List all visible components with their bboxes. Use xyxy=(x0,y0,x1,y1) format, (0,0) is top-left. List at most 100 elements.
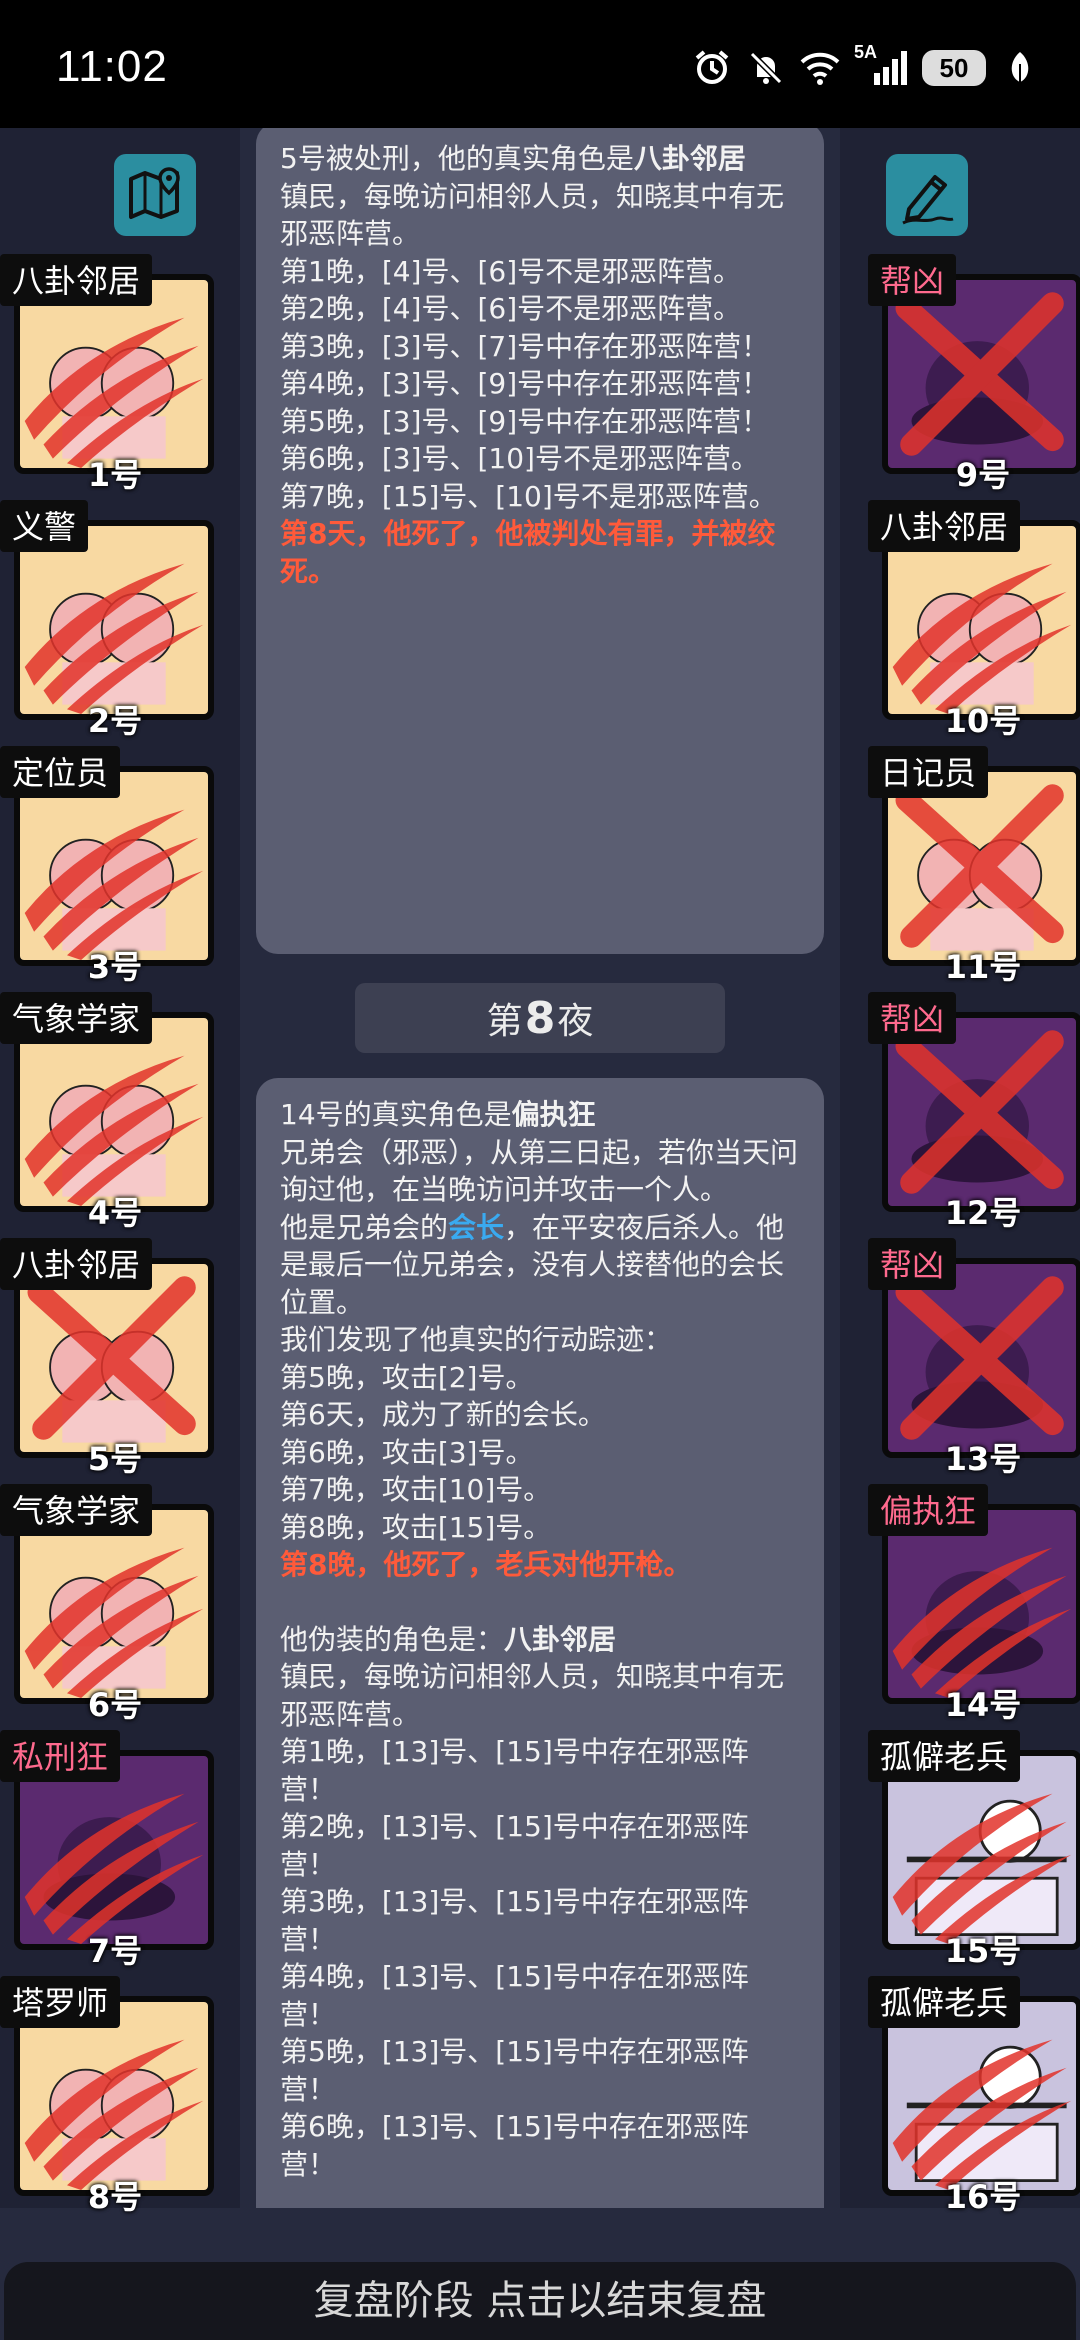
player-art xyxy=(24,317,204,468)
player-number: 10号 xyxy=(944,702,1022,740)
end-review-label: 复盘阶段 点击以结束复盘 xyxy=(313,2278,767,2324)
panel2-death: 第8晚，他死了，老兵对他开枪。 xyxy=(280,1548,692,1581)
panel2-fake-desc: 镇民，每晚访问相邻人员，知晓其中有无邪恶阵营。 xyxy=(280,1660,785,1731)
player-number: 6号 xyxy=(87,1686,143,1724)
log-line: 第5晚，[3]号、[9]号中存在邪恶阵营！ xyxy=(280,404,770,438)
pencil-icon xyxy=(902,175,954,225)
player-art xyxy=(24,1547,204,1698)
player-number: 16号 xyxy=(944,2178,1022,2216)
log-line: 第8晚，攻击[15]号。 xyxy=(280,1510,552,1544)
player-number: 3号 xyxy=(87,948,143,986)
left-player-column: 八卦邻居 1号 义警 2号 定位员 3号 气象学家 4号 八卦邻居 5号 气象学家 6号 私刑狂 7号 塔罗… xyxy=(0,128,240,2216)
status-icons: 5A 50 xyxy=(692,42,1040,88)
claw-mark xyxy=(892,1547,1072,1698)
end-review-button[interactable]: 复盘阶段 点击以结束复盘 xyxy=(4,2262,1076,2340)
player-number: 4号 xyxy=(87,1194,143,1232)
panel1-title-role: 八卦邻居 xyxy=(633,142,746,175)
right-player-column: 帮凶 9号 八卦邻居 10号 日记员 11号 帮凶 12号 帮凶 13号 偏执狂 14号 孤僻老兵 15号… xyxy=(840,128,1080,2216)
player-number: 5号 xyxy=(87,1440,143,1478)
player-art xyxy=(895,292,1064,456)
log-line: 第1晚，[4]号、[6]号不是邪恶阵营。 xyxy=(280,254,742,288)
cell-signal-icon: 5A xyxy=(854,42,908,88)
player-number: 13号 xyxy=(944,1440,1022,1478)
player-card[interactable]: 偏执狂 14号 xyxy=(868,1484,1080,1724)
player-role: 定位员 xyxy=(0,746,121,798)
player-art xyxy=(895,1276,1064,1440)
player-role: 气象学家 xyxy=(0,1484,153,1536)
player-card[interactable]: 孤僻老兵 16号 xyxy=(868,1976,1080,2216)
player-art xyxy=(895,1030,1064,1194)
player-role: 日记员 xyxy=(868,746,989,798)
network-type: 5A xyxy=(854,42,878,62)
leaf-icon xyxy=(1000,48,1040,88)
battery-indicator: 50 xyxy=(922,50,986,86)
player-card[interactable]: 八卦邻居 5号 xyxy=(0,1238,214,1478)
player-number: 11号 xyxy=(944,948,1022,986)
night-number: 8 xyxy=(524,992,556,1044)
player-role: 气象学家 xyxy=(0,992,153,1044)
log-line: 第2晚，[13]号、[15]号中存在邪恶阵营！ xyxy=(280,1810,749,1881)
player-number: 15号 xyxy=(944,1932,1022,1970)
player-card[interactable]: 帮凶 9号 xyxy=(868,254,1080,494)
player-art xyxy=(24,1793,204,1944)
player-number: 14号 xyxy=(944,1686,1022,1724)
player-role: 八卦邻居 xyxy=(868,500,1021,552)
player-role: 孤僻老兵 xyxy=(868,1976,1021,2028)
player-card[interactable]: 义警 2号 xyxy=(0,500,214,740)
player-role: 私刑狂 xyxy=(0,1730,121,1782)
review-log[interactable]: 5号被处刑，他的真实角色是八卦邻居 镇民，每晚访问相邻人员，知晓其中有无邪恶阵营… xyxy=(232,128,848,2208)
panel1-death: 第8天，他死了，他被判处有罪，并被绞死。 xyxy=(280,517,776,588)
player-art xyxy=(892,1547,1072,1698)
log-line: 第3晚，[3]号、[7]号中存在邪恶阵营！ xyxy=(280,329,770,363)
player-art xyxy=(24,2039,204,2190)
player-card[interactable]: 日记员 11号 xyxy=(868,746,1080,986)
mute-bell-icon xyxy=(746,48,786,88)
night-8-panel: 14号的真实角色是偏执狂 兄弟会（邪恶），从第三日起，若你当天问询过他，在当晚访… xyxy=(256,1078,824,2208)
player-art xyxy=(892,1793,1072,1944)
panel2-leader-word[interactable]: 会长 xyxy=(448,1211,504,1244)
player-card[interactable]: 气象学家 4号 xyxy=(0,992,214,1232)
panel2-desc: 兄弟会（邪恶），从第三日起，若你当天问询过他，在当晚访问并攻击一个人。 xyxy=(280,1135,799,1207)
log-line: 第6晚，[13]号、[15]号中存在邪恶阵营！ xyxy=(280,2110,749,2181)
status-time: 11:02 xyxy=(56,42,168,91)
player-card[interactable]: 塔罗师 8号 xyxy=(0,1976,214,2216)
panel2-track: 第5晚，攻击[2]号。 第6天，成为了新的会长。 第6晚，攻击[3]号。 第7晚，攻击… xyxy=(280,1359,800,1547)
player-number: 12号 xyxy=(944,1194,1022,1232)
player-art xyxy=(24,809,204,960)
log-line: 第6天，成为了新的会长。 xyxy=(280,1398,606,1431)
player-card[interactable]: 私刑狂 7号 xyxy=(0,1730,214,1970)
alarm-icon xyxy=(692,48,732,88)
panel1-title-prefix: 5号被处刑，他的真实角色是 xyxy=(280,142,634,175)
panel1-lines: 镇民，每晚访问相邻人员，知晓其中有无邪恶阵营。 第1晚，[4]号、[6]号不是邪恶… xyxy=(280,178,800,516)
panel2-title-role: 偏执狂 xyxy=(511,1098,596,1131)
game-screen: 八卦邻居 1号 义警 2号 定位员 3号 气象学家 4号 八卦邻居 5号 气象学家 6号 私刑狂 7号 塔罗… xyxy=(0,128,1080,2340)
night-prefix: 第 xyxy=(486,1001,523,1042)
log-line: 第4晚，[3]号、[9]号中存在邪恶阵营！ xyxy=(280,367,770,400)
panel2-fake-role: 八卦邻居 xyxy=(504,1622,617,1656)
player-number: 1号 xyxy=(87,456,143,494)
log-line: 第2晚，[4]号、[6]号不是邪恶阵营。 xyxy=(280,292,742,325)
player-art xyxy=(892,2039,1072,2190)
night-suffix: 夜 xyxy=(557,1001,594,1042)
panel2-title-prefix: 14号的真实角色是 xyxy=(280,1098,512,1131)
player-card[interactable]: 帮凶 12号 xyxy=(868,992,1080,1232)
player-number: 9号 xyxy=(955,456,1011,494)
night-8-button[interactable]: 第8夜 xyxy=(355,983,725,1053)
map-button[interactable] xyxy=(114,154,196,236)
player-number: 7号 xyxy=(87,1932,143,1970)
log-line: 第7晚，[15]号、[10]号不是邪恶阵营。 xyxy=(280,479,777,513)
player-art xyxy=(24,1055,204,1206)
player-card[interactable]: 帮凶 13号 xyxy=(868,1238,1080,1478)
player-role: 帮凶 xyxy=(868,254,957,306)
player-art xyxy=(892,563,1072,714)
log-line: 第6晚，攻击[3]号。 xyxy=(280,1435,534,1469)
player-card[interactable]: 气象学家 6号 xyxy=(0,1484,214,1724)
player-card[interactable]: 定位员 3号 xyxy=(0,746,214,986)
notes-button[interactable] xyxy=(886,154,968,236)
player-card[interactable]: 八卦邻居 1号 xyxy=(0,254,214,494)
panel2-track-title: 我们发现了他真实的行动踪迹： xyxy=(280,1323,673,1356)
player-card[interactable]: 孤僻老兵 15号 xyxy=(868,1730,1080,1970)
player-card[interactable]: 八卦邻居 10号 xyxy=(868,500,1080,740)
player-role: 帮凶 xyxy=(868,1238,957,1290)
